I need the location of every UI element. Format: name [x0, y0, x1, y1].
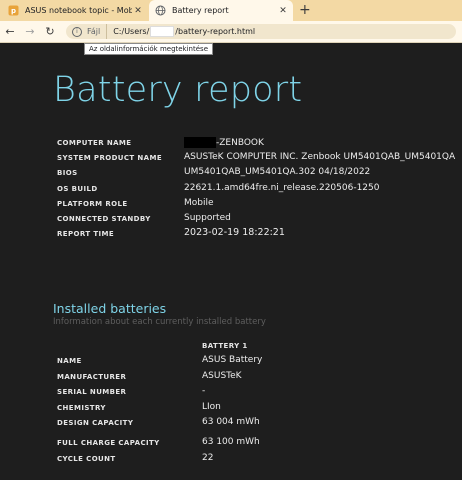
url-text[interactable]: C:/Users/ /battery-report.html: [107, 26, 255, 37]
battery-value: -: [202, 386, 206, 396]
battery-label: DESIGN CAPACITY: [57, 419, 134, 427]
page-content: Battery report COMPUTER NAME -ZENBOOK SY…: [0, 43, 462, 480]
tab-title: Battery report: [172, 6, 229, 15]
svg-text:p: p: [11, 7, 16, 15]
battery-value: ASUSTeK: [202, 371, 242, 381]
site-info-label: Fájl: [87, 27, 101, 36]
battery-label: CHEMISTRY: [57, 404, 106, 412]
section-subtitle: Information about each currently install…: [53, 317, 266, 327]
battery-label: FULL CHARGE CAPACITY: [57, 439, 160, 447]
battery-value: ASUS Battery: [202, 355, 263, 365]
info-value: 22621.1.amd64fre.ni_release.220506-1250: [184, 183, 380, 193]
info-label: BIOS: [57, 169, 78, 177]
globe-icon: [155, 5, 166, 16]
back-arrow-icon[interactable]: ←: [0, 25, 20, 38]
tab-asus-topic[interactable]: p ASUS notebook topic - Mobilarena ✕: [0, 0, 148, 21]
info-label: PLATFORM ROLE: [57, 200, 128, 208]
redacted-username: [150, 26, 175, 37]
close-icon[interactable]: ✕: [277, 6, 289, 16]
info-value: Mobile: [184, 198, 214, 208]
info-label: SYSTEM PRODUCT NAME: [57, 154, 163, 162]
section-title: Installed batteries: [53, 301, 167, 316]
new-tab-plus-icon[interactable]: +: [299, 2, 311, 18]
redacted-computer-name: [184, 137, 216, 148]
site-info-tooltip: Az oldalinformációk megtekintése: [84, 43, 213, 55]
battery-value: 63 004 mWh: [202, 417, 260, 427]
battery-value: 22: [202, 453, 214, 463]
info-label: OS BUILD: [57, 185, 98, 193]
info-value: -ZENBOOK: [184, 137, 264, 148]
tab-strip: p ASUS notebook topic - Mobilarena ✕ Bat…: [0, 0, 462, 21]
info-value: UM5401QAB_UM5401QA.302 04/18/2022: [184, 167, 371, 177]
site-info-chip[interactable]: i Fájl: [66, 24, 108, 39]
info-label: CONNECTED STANDBY: [57, 215, 151, 223]
battery-label: NAME: [57, 357, 82, 365]
close-icon[interactable]: ✕: [132, 6, 144, 16]
info-icon: i: [72, 26, 82, 37]
url-suffix: /battery-report.html: [175, 27, 256, 36]
battery-label: SERIAL NUMBER: [57, 388, 127, 396]
info-label: COMPUTER NAME: [57, 139, 132, 147]
address-bar: ← → ↻ i Fájl C:/Users/ /battery-report.ht…: [0, 21, 462, 43]
battery-label: CYCLE COUNT: [57, 455, 116, 463]
reload-icon[interactable]: ↻: [40, 25, 60, 38]
forward-arrow-icon[interactable]: →: [20, 25, 40, 38]
info-value: 2023-02-19 18:22:21: [184, 227, 285, 238]
info-label: REPORT TIME: [57, 230, 115, 238]
info-value: Supported: [184, 213, 231, 223]
battery-value: LIon: [202, 402, 221, 412]
battery-label: MANUFACTURER: [57, 373, 127, 381]
battery-column-header: BATTERY 1: [202, 342, 248, 350]
url-prefix: C:/Users/: [113, 27, 150, 36]
omnibox[interactable]: i Fájl C:/Users/ /battery-report.html: [66, 24, 456, 39]
tab-title: ASUS notebook topic - Mobilarena: [25, 6, 132, 15]
info-value: ASUSTeK COMPUTER INC. Zenbook UM5401QAB_…: [184, 152, 456, 162]
page-title: Battery report: [53, 70, 303, 110]
tab-battery-report[interactable]: Battery report ✕: [149, 0, 293, 21]
asus-favicon-icon: p: [8, 5, 19, 16]
battery-value: 63 100 mWh: [202, 437, 260, 447]
